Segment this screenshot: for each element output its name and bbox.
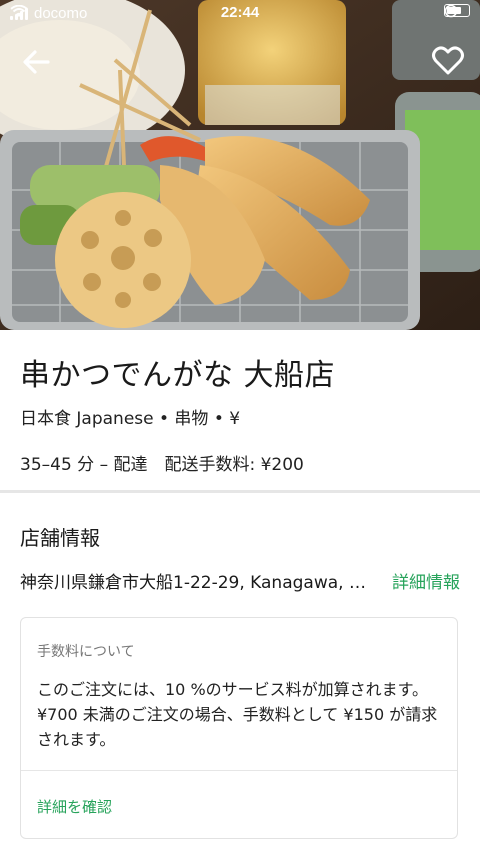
favorite-button[interactable] — [430, 42, 466, 78]
store-details-link[interactable]: 詳細情報 — [392, 568, 460, 593]
store-address: 神奈川県鎌倉市大船1-22-29, Kanagawa, 2... — [20, 573, 372, 593]
food-photo — [0, 0, 480, 330]
battery-icon — [444, 4, 470, 17]
fee-notice-body: このご注文には、10 %のサービス料が加算されます。¥700 未満のご注文の場合… — [37, 680, 438, 749]
restaurant-name: 串かつでんがな 大船店 — [20, 358, 336, 393]
delivery-info: 35–45 分 – 配達 配送手数料: ¥200 — [20, 455, 304, 475]
hero-image: docomo 22:44 — [0, 0, 480, 330]
section-divider — [0, 490, 480, 493]
status-time: 22:44 — [220, 4, 260, 21]
fee-notice-heading: 手数料について — [37, 644, 135, 660]
status-bar: docomo 22:44 — [0, 0, 480, 28]
heart-outline-icon — [432, 46, 464, 75]
status-right — [444, 4, 470, 18]
back-button[interactable] — [18, 44, 54, 80]
fee-card-divider — [21, 770, 457, 771]
arrow-left-icon — [23, 50, 50, 74]
restaurant-categories: 日本食 Japanese • 串物 • ¥ — [20, 409, 241, 429]
fee-details-link[interactable]: 詳細を確認 — [37, 796, 112, 817]
fee-notice-card: 手数料について このご注文には、10 %のサービス料が加算されます。¥700 未… — [20, 617, 458, 839]
store-info-title: 店舗情報 — [20, 526, 100, 550]
